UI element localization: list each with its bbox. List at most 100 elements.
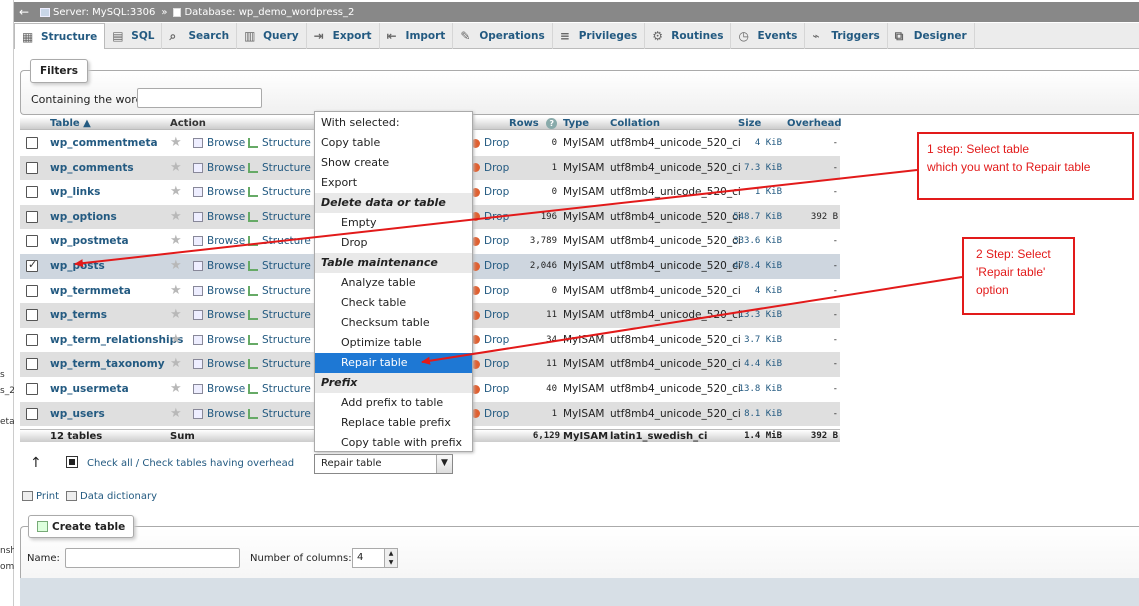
structure-link[interactable]: Structure (248, 180, 311, 205)
print-link[interactable]: Print (22, 491, 59, 502)
menu-item-export[interactable]: Export (315, 173, 472, 193)
menu-item-show-create[interactable]: Show create (315, 153, 472, 173)
table-name-link[interactable]: wp_commentmeta (50, 131, 158, 156)
number-of-columns-input[interactable]: 4 ▲ ▼ (352, 548, 398, 568)
row-checkbox[interactable] (26, 284, 38, 297)
table-name-link[interactable]: wp_postmeta (50, 229, 129, 254)
drop-link[interactable]: Drop (471, 205, 509, 230)
drop-link[interactable]: Drop (471, 156, 509, 181)
favorite-star-icon[interactable]: ★ (170, 279, 182, 304)
favorite-star-icon[interactable]: ★ (170, 205, 182, 230)
browse-link[interactable]: Browse (193, 156, 245, 181)
row-checkbox[interactable] (26, 407, 38, 420)
sidebar-cut-text[interactable]: eta (0, 417, 14, 427)
favorite-star-icon[interactable]: ★ (170, 156, 182, 181)
favorite-star-icon[interactable]: ★ (170, 402, 182, 427)
structure-link[interactable]: Structure (248, 279, 311, 304)
row-checkbox[interactable] (26, 309, 38, 322)
check-all-link[interactable]: Check all / Check tables having overhead (87, 458, 294, 469)
row-checkbox[interactable] (26, 161, 38, 174)
row-checkbox[interactable] (26, 186, 38, 199)
create-table-legend[interactable]: Create table (28, 515, 135, 538)
browse-link[interactable]: Browse (193, 352, 245, 377)
favorite-star-icon[interactable]: ★ (170, 131, 182, 156)
menu-item-copy-table[interactable]: Copy table (315, 133, 472, 153)
table-size[interactable]: 13.3 KiB (728, 303, 782, 328)
table-size[interactable]: 4 KiB (728, 131, 782, 156)
browse-link[interactable]: Browse (193, 328, 245, 353)
column-header-overhead[interactable]: Overhead (787, 117, 842, 130)
menu-item-copy-table-with-prefix[interactable]: Copy table with prefix (315, 433, 472, 453)
table-name-link[interactable]: wp_links (50, 180, 100, 205)
browse-link[interactable]: Browse (193, 303, 245, 328)
column-header-table[interactable]: Table ▲ (50, 117, 91, 130)
sidebar-cut-text[interactable]: s_2 (0, 386, 14, 396)
column-header-type[interactable]: Type (563, 117, 589, 130)
drop-link[interactable]: Drop (471, 254, 509, 279)
menu-item-add-prefix-to-table[interactable]: Add prefix to table (315, 393, 472, 413)
row-checkbox[interactable] (26, 258, 38, 272)
table-size[interactable]: 1 KiB (728, 180, 782, 205)
tab-sql[interactable]: ▤ SQL (105, 23, 163, 49)
browse-link[interactable]: Browse (193, 131, 245, 156)
menu-item-drop[interactable]: Drop (315, 233, 472, 253)
row-checkbox[interactable] (26, 383, 38, 395)
browse-link[interactable]: Browse (193, 279, 245, 304)
tab-export[interactable]: ⇥ Export (307, 23, 380, 49)
favorite-star-icon[interactable]: ★ (170, 229, 182, 254)
row-checkbox[interactable] (26, 137, 38, 149)
structure-link[interactable]: Structure (248, 229, 311, 254)
table-size[interactable]: 4 KiB (728, 279, 782, 304)
favorite-star-icon[interactable]: ★ (170, 303, 182, 328)
menu-item-optimize-table[interactable]: Optimize table (315, 333, 472, 353)
row-checkbox[interactable] (26, 235, 38, 248)
structure-link[interactable]: Structure (248, 156, 311, 181)
sidebar-cut-text[interactable]: omy (0, 562, 14, 572)
column-header-collation[interactable]: Collation (610, 117, 660, 130)
menu-item-repair-table[interactable]: Repair table (315, 353, 472, 373)
drop-link[interactable]: Drop (471, 377, 509, 402)
favorite-star-icon[interactable]: ★ (170, 254, 182, 279)
table-name-link[interactable]: wp_options (50, 205, 117, 230)
menu-item-check-table[interactable]: Check table (315, 293, 472, 313)
structure-link[interactable]: Structure (248, 254, 311, 279)
breadcrumb-server[interactable]: Server: MySQL:3306 (40, 7, 155, 18)
column-header-rows[interactable]: Rows ? (509, 117, 558, 130)
row-checkbox[interactable] (26, 210, 38, 223)
favorite-star-icon[interactable]: ★ (170, 377, 182, 402)
table-name-link[interactable]: wp_term_relationships (50, 328, 183, 353)
table-name-link[interactable]: wp_posts (50, 254, 105, 279)
browse-link[interactable]: Browse (193, 180, 245, 205)
menu-item-checksum-table[interactable]: Checksum table (315, 313, 472, 333)
drop-link[interactable]: Drop (471, 328, 509, 353)
browse-link[interactable]: Browse (193, 402, 245, 427)
data-dictionary-link[interactable]: Data dictionary (66, 491, 157, 502)
sidebar-cut-text[interactable]: nsh (0, 546, 14, 556)
drop-link[interactable]: Drop (471, 402, 509, 427)
table-size[interactable]: 478.4 KiB (728, 254, 782, 279)
drop-link[interactable]: Drop (471, 279, 509, 304)
tab-import[interactable]: ⇤ Import (380, 23, 454, 49)
row-checkbox[interactable] (26, 333, 38, 346)
table-size[interactable]: 4.4 KiB (728, 352, 782, 377)
structure-link[interactable]: Structure (248, 352, 311, 377)
tab-triggers[interactable]: ⌁ Triggers (805, 23, 888, 49)
tab-routines[interactable]: ⚙ Routines (645, 23, 732, 49)
drop-link[interactable]: Drop (471, 180, 509, 205)
tab-operations[interactable]: ✎ Operations (453, 23, 553, 49)
drop-link[interactable]: Drop (471, 229, 509, 254)
tab-privileges[interactable]: ≡ Privileges (553, 23, 646, 49)
structure-link[interactable]: Structure (248, 131, 311, 156)
browse-link[interactable]: Browse (193, 229, 245, 254)
table-size[interactable]: 7.3 KiB (728, 156, 782, 181)
menu-item-replace-table-prefix[interactable]: Replace table prefix (315, 413, 472, 433)
table-name-link[interactable]: wp_comments (50, 156, 134, 181)
favorite-star-icon[interactable]: ★ (170, 180, 182, 205)
column-header-size[interactable]: Size (738, 117, 761, 130)
table-name-link[interactable]: wp_usermeta (50, 377, 129, 402)
tab-query[interactable]: ▥ Query (237, 23, 307, 49)
table-size[interactable]: 13.8 KiB (728, 377, 782, 402)
tab-designer[interactable]: ⧉ Designer (888, 23, 975, 49)
filter-input[interactable] (137, 88, 262, 108)
breadcrumb-database[interactable]: Database: wp_demo_wordpress_2 (173, 7, 354, 18)
